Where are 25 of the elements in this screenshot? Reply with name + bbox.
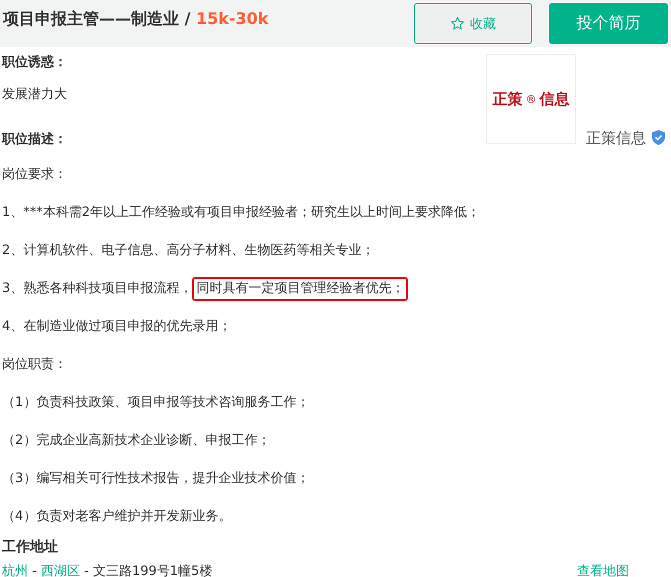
description-line: 岗位要求：: [2, 166, 67, 184]
description-heading: 职位描述：: [2, 131, 68, 148]
perks-heading: 职位诱惑：: [2, 54, 68, 71]
address-heading: 工作地址: [1, 538, 59, 556]
company-name[interactable]: 正策信息: [586, 129, 646, 148]
description-line: 4、在制造业做过项目申报的优先录用；: [2, 318, 232, 336]
description-line: 岗位职责：: [2, 356, 67, 374]
highlighted-text: 同时具有一定项目管理经验者优先；: [192, 277, 408, 301]
description-line: （3）编写相关可行性技术报告，提升企业技术价值；: [2, 470, 310, 488]
view-map-link[interactable]: 查看地图: [577, 562, 629, 577]
apply-button[interactable]: 投个简历: [549, 3, 668, 44]
description-line: 3、熟悉各种科技项目申报流程，: [2, 280, 192, 298]
description-line: （4）负责对老客户维护并开发新业务。: [2, 508, 232, 526]
description-line: 1、***本科需2年以上工作经验或有项目申报经验者；研究生以上时间上要求降低；: [2, 204, 480, 222]
perks-text: 发展潜力大: [2, 86, 68, 103]
description-line: 2、计算机软件、电子信息、高分子材料、生物医药等相关专业；: [2, 242, 374, 260]
separator: -: [31, 564, 38, 577]
description-line: （1）负责科技政策、项目申报等技术咨询服务工作；: [2, 394, 310, 412]
city-link[interactable]: 杭州: [2, 562, 28, 577]
job-title: 项目申报主管——制造业 / 15k-30k: [3, 9, 270, 30]
district-link[interactable]: 西湖区: [40, 562, 80, 577]
favorite-button[interactable]: 收藏: [414, 3, 532, 44]
street-address: - 文三路199号1幢5楼: [83, 563, 214, 577]
star-icon: [450, 16, 465, 31]
description-line: （2）完成企业高新技术企业诊断、申报工作；: [2, 432, 270, 450]
